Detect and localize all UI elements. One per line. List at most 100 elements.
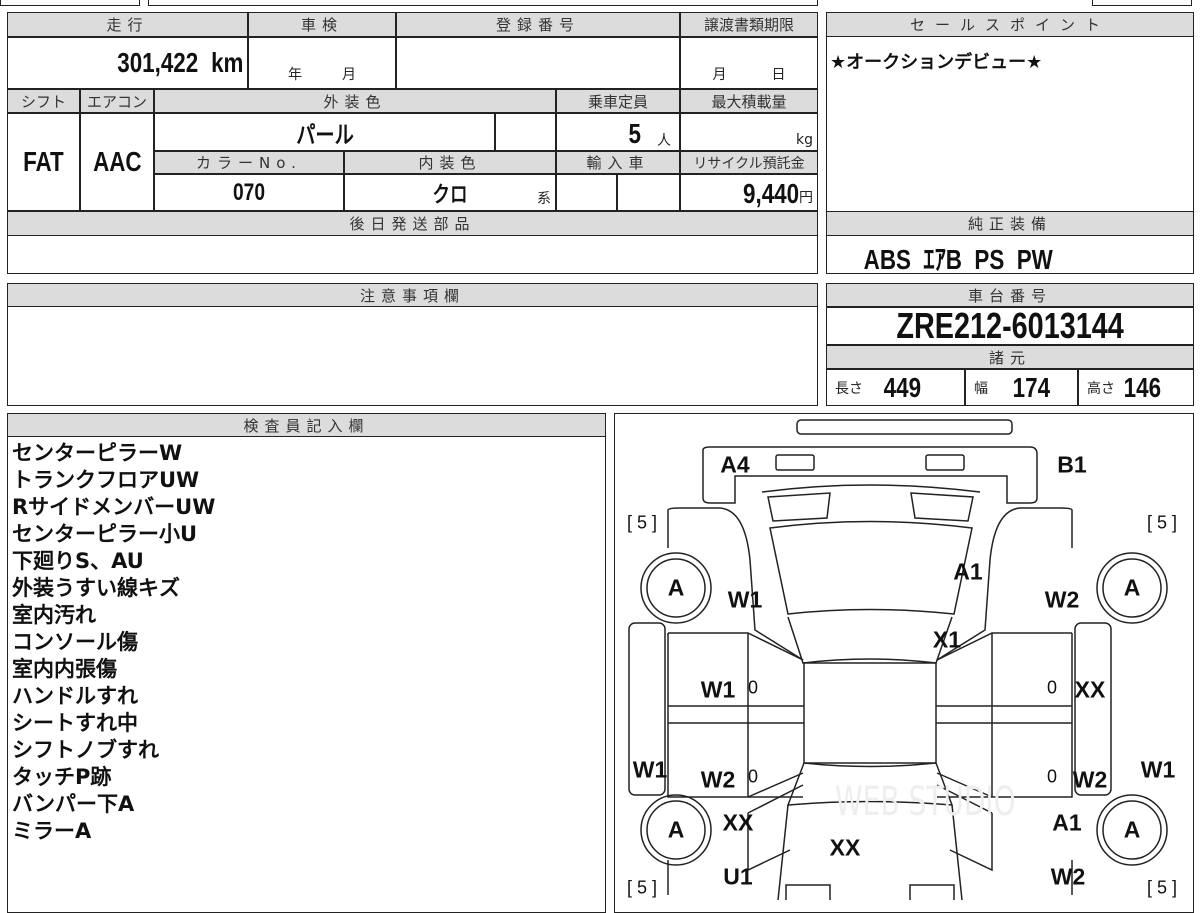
damage-mark: XX xyxy=(722,809,754,836)
inspector-header: 検査員記入欄 xyxy=(7,413,606,437)
inspector-note: コンソール傷 xyxy=(12,630,138,654)
capacity-cell: 5人 xyxy=(556,113,680,151)
mileage-cell: 301,422 km xyxy=(7,37,248,89)
recycle-fee-header: リサイクル預託金 xyxy=(680,151,818,174)
capacity-value: 5 xyxy=(628,118,642,149)
damage-mark: W2 xyxy=(1044,586,1080,613)
aircon-header: エアコン xyxy=(80,89,154,113)
inspector-note: 外装うすい線キズ xyxy=(12,576,180,600)
damage-mark: A1 xyxy=(953,558,983,585)
spec-header: 諸元 xyxy=(826,345,1194,369)
damage-mark: W2 xyxy=(1050,863,1086,890)
damage-diagram: WEB STUDIO xyxy=(614,413,1194,913)
inspection-cell: 年月 xyxy=(248,37,396,89)
damage-mark: A1 xyxy=(1052,809,1082,836)
damage-mark: 0 xyxy=(747,677,759,698)
top-cut-box xyxy=(148,0,818,6)
inspector-note: タッチP跡 xyxy=(12,765,112,789)
height-value: 146 xyxy=(1123,371,1162,403)
mileage-unit: km xyxy=(210,47,243,78)
recycle-unit: 円 xyxy=(799,190,813,206)
month-unit: 月 xyxy=(712,67,727,83)
damage-mark: [ 5 ] xyxy=(1146,512,1178,533)
inspector-note: 下廻りS、AU xyxy=(12,549,144,573)
damage-mark: U1 xyxy=(723,863,753,890)
max-load-header: 最大積載量 xyxy=(680,89,818,113)
damage-mark: XX xyxy=(829,834,861,861)
capacity-unit: 人 xyxy=(657,133,671,149)
damage-mark: W2 xyxy=(700,766,736,793)
import-cell xyxy=(617,174,680,211)
interior-color-cell: クロ 系 xyxy=(344,174,556,211)
color-no-cell: 070 xyxy=(154,174,344,211)
damage-mark: W1 xyxy=(632,756,668,783)
damage-mark: 0 xyxy=(747,766,759,787)
damage-mark: 0 xyxy=(1046,766,1058,787)
damage-mark: A xyxy=(1123,816,1141,843)
mileage-header: 走行 xyxy=(7,12,248,37)
transfer-deadline-header: 譲渡書類期限 xyxy=(680,12,818,37)
damage-mark: A xyxy=(667,816,685,843)
height-label: 高さ xyxy=(1087,380,1115,397)
width-label: 幅 xyxy=(974,380,988,397)
later-parts-header: 後日発送部品 xyxy=(7,211,818,236)
damage-mark: A xyxy=(1123,574,1141,601)
inspector-notes: センターピラーW トランクフロアUW RサイドメンバーUW センターピラー小U 下廻りS… xyxy=(12,440,215,845)
interior-suffix: 系 xyxy=(537,191,551,207)
inspector-note: トランクフロアUW xyxy=(12,468,200,492)
exterior-color-header: 外装色 xyxy=(154,89,556,113)
sales-point-header: セールスポイント xyxy=(826,12,1194,37)
import-header: 輸入車 xyxy=(556,151,680,174)
damage-mark: W1 xyxy=(1140,756,1176,783)
inspection-header: 車検 xyxy=(248,12,396,37)
inspector-note: ミラーA xyxy=(12,819,92,843)
damage-mark: W2 xyxy=(1072,766,1108,793)
inspector-note: シートすれ中 xyxy=(12,711,138,735)
registration-header: 登録番号 xyxy=(396,12,680,37)
shift-header: シフト xyxy=(7,89,80,113)
chassis-number-cell: ZRE212-6013144 xyxy=(826,305,1194,346)
damage-mark: B1 xyxy=(1057,451,1087,478)
height-cell: 高さ 146 xyxy=(1078,369,1194,406)
top-cut-box xyxy=(1092,0,1192,6)
capacity-header: 乗車定員 xyxy=(556,89,680,113)
damage-mark: X1 xyxy=(932,626,962,653)
damage-mark: W1 xyxy=(700,676,736,703)
damage-mark: 0 xyxy=(1046,677,1058,698)
max-load-cell: kg xyxy=(680,113,818,151)
chassis-header: 車台番号 xyxy=(826,283,1194,307)
watermark: WEB STUDIO xyxy=(835,779,1016,825)
length-label: 長さ xyxy=(835,380,863,397)
chassis-number: ZRE212-6013144 xyxy=(896,305,1124,346)
import-cell xyxy=(556,174,617,211)
equipment-text: ABS ｴｱB PS PW xyxy=(863,244,1053,275)
registration-cell xyxy=(396,37,680,89)
top-cut-box xyxy=(0,0,140,6)
inspector-note: 室内汚れ xyxy=(12,603,96,627)
car-outline xyxy=(627,418,1168,900)
damage-mark: A4 xyxy=(720,451,750,478)
day-unit: 日 xyxy=(771,67,786,83)
damage-mark: [ 5 ] xyxy=(626,512,658,533)
length-cell: 長さ 449 xyxy=(826,369,965,406)
inspector-note: センターピラーW xyxy=(12,441,183,465)
width-value: 174 xyxy=(1012,371,1051,403)
inspector-note: ハンドルすれ xyxy=(12,684,138,708)
shift-cell: FAT xyxy=(7,113,80,211)
width-cell: 幅 174 xyxy=(965,369,1078,406)
blank-cell xyxy=(495,113,556,151)
recycle-fee-value: 9,440 xyxy=(742,178,799,209)
transfer-deadline-cell: 月日 xyxy=(680,37,818,89)
exterior-color-cell: パール xyxy=(154,113,495,151)
shift-value: FAT xyxy=(23,146,64,177)
color-no-value: 070 xyxy=(232,178,266,206)
damage-mark: W1 xyxy=(727,586,763,613)
aircon-value: AAC xyxy=(92,146,142,177)
year-unit: 年 xyxy=(288,67,302,83)
inspector-note: シフトノブすれ xyxy=(12,738,159,762)
aircon-cell: AAC xyxy=(80,113,154,211)
interior-color-header: 内装色 xyxy=(344,151,556,174)
max-load-unit: kg xyxy=(796,132,813,148)
color-no-header: カラーNo. xyxy=(154,151,344,174)
length-value: 449 xyxy=(883,371,922,403)
